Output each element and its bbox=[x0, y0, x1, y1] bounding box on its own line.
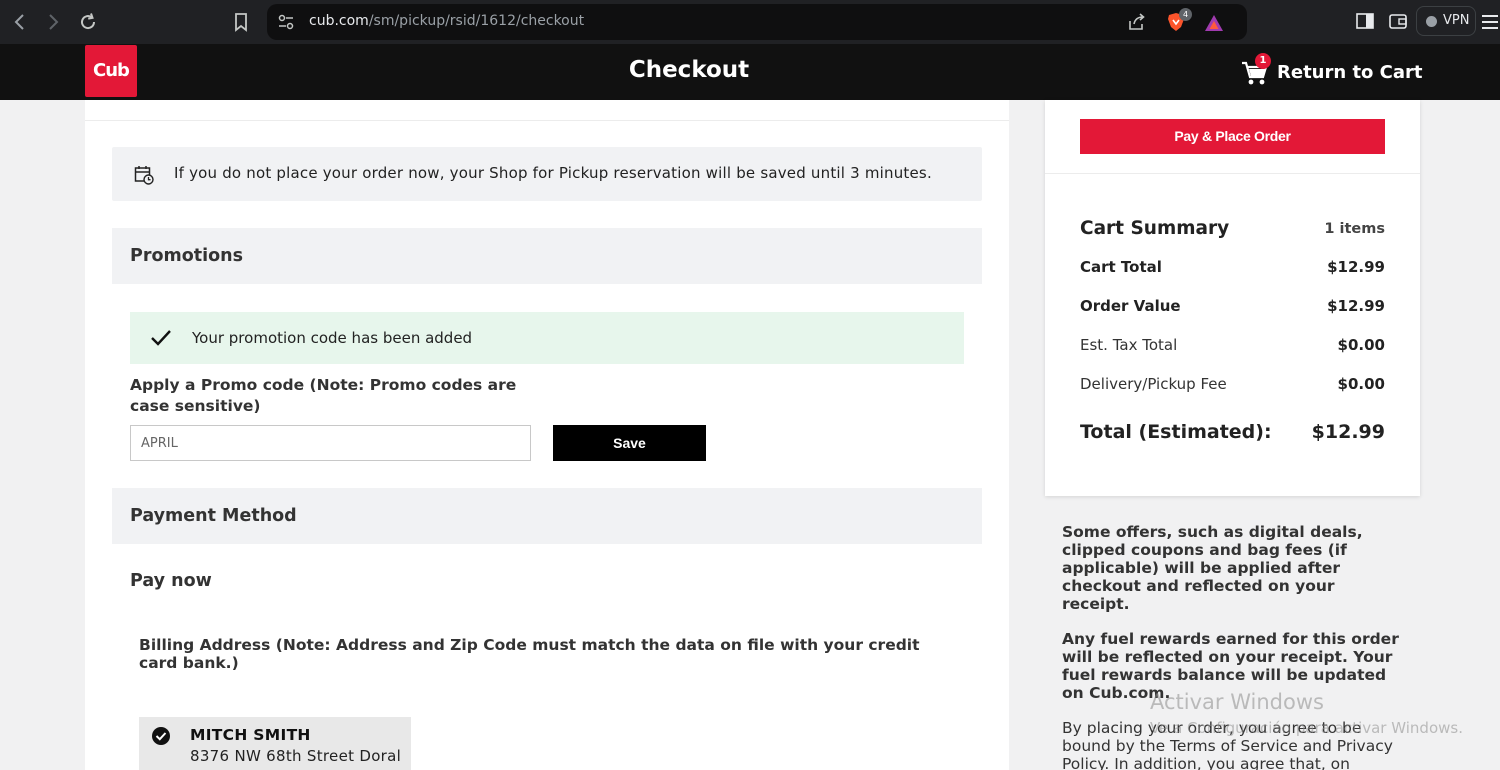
selected-check-icon bbox=[152, 727, 170, 745]
reload-icon[interactable] bbox=[76, 10, 100, 34]
bookmark-icon[interactable] bbox=[229, 10, 253, 34]
order-summary-card: Pay & Place Order Cart Summary 1 items C… bbox=[1045, 100, 1420, 496]
summary-row-value: $12.99 bbox=[1327, 297, 1385, 315]
brave-rewards-icon[interactable] bbox=[1203, 13, 1225, 33]
promo-code-label: Apply a Promo code (Note: Promo codes ar… bbox=[130, 376, 517, 415]
vpn-status-icon bbox=[1426, 16, 1437, 27]
address-street: 8376 NW 68th Street Doral bbox=[190, 747, 402, 765]
summary-total-row: Total (Estimated): $12.99 bbox=[1080, 421, 1385, 443]
brave-shields-count: 4 bbox=[1179, 8, 1192, 21]
summary-row-label: Est. Tax Total bbox=[1080, 336, 1178, 354]
page-title: Checkout bbox=[628, 57, 750, 83]
payment-method-header: Payment Method bbox=[112, 488, 982, 544]
summary-row: Delivery/Pickup Fee $0.00 bbox=[1080, 375, 1385, 393]
back-icon[interactable] bbox=[8, 10, 32, 34]
promotions-heading: Promotions bbox=[130, 246, 243, 266]
summary-row-value: $0.00 bbox=[1337, 375, 1385, 393]
summary-row: Cart Total $12.99 bbox=[1080, 258, 1385, 276]
payment-method-heading: Payment Method bbox=[130, 506, 297, 526]
url-text[interactable]: cub.com/sm/pickup/rsid/1612/checkout bbox=[309, 13, 584, 29]
site-header: Cub Checkout 1 Return to Cart bbox=[0, 44, 1500, 100]
summary-row-label: Cart Total bbox=[1080, 258, 1162, 276]
address-bar[interactable]: cub.com/sm/pickup/rsid/1612/checkout 4 bbox=[267, 4, 1247, 40]
promo-success-text: Your promotion code has been added bbox=[192, 329, 473, 347]
summary-row-label: Delivery/Pickup Fee bbox=[1080, 375, 1227, 393]
site-settings-icon[interactable] bbox=[277, 13, 295, 31]
promo-code-input[interactable] bbox=[130, 425, 531, 461]
sidebar-icon[interactable] bbox=[1354, 10, 1376, 32]
pay-place-order-button[interactable]: Pay & Place Order bbox=[1080, 119, 1385, 154]
browser-toolbar: cub.com/sm/pickup/rsid/1612/checkout 4 V… bbox=[0, 0, 1500, 44]
total-label: Total (Estimated): bbox=[1080, 421, 1272, 443]
share-icon[interactable] bbox=[1127, 12, 1147, 32]
windows-watermark-subtitle: Ve a Configuración para activar Windows. bbox=[1150, 719, 1463, 737]
summary-row: Order Value $12.99 bbox=[1080, 297, 1385, 315]
billing-address-card[interactable]: MITCH SMITH 8376 NW 68th Street Doral bbox=[139, 717, 411, 770]
promotions-header: Promotions bbox=[112, 228, 982, 284]
vpn-button[interactable]: VPN bbox=[1416, 6, 1476, 36]
divider bbox=[1045, 173, 1420, 174]
forward-icon[interactable] bbox=[41, 10, 65, 34]
promo-success-banner: Your promotion code has been added bbox=[130, 312, 964, 364]
cart-count-badge: 1 bbox=[1255, 53, 1271, 69]
menu-icon[interactable] bbox=[1482, 11, 1500, 31]
pay-now-heading: Pay now bbox=[130, 571, 212, 591]
return-to-cart-link[interactable]: 1 Return to Cart bbox=[1240, 53, 1423, 88]
summary-row: Est. Tax Total $0.00 bbox=[1080, 336, 1385, 354]
checkout-main: If you do not place your order now, your… bbox=[85, 100, 1009, 770]
cart-icon: 1 bbox=[1240, 53, 1271, 87]
summary-row-value: $0.00 bbox=[1337, 336, 1385, 354]
items-count: 1 items bbox=[1324, 221, 1385, 237]
reservation-notice: If you do not place your order now, your… bbox=[112, 147, 982, 201]
wallet-icon[interactable] bbox=[1387, 10, 1409, 32]
address-name: MITCH SMITH bbox=[190, 726, 311, 744]
notice-text: If you do not place your order now, your… bbox=[174, 164, 932, 182]
offers-note: Some offers, such as digital deals, clip… bbox=[1062, 523, 1363, 613]
windows-watermark-title: Activar Windows bbox=[1150, 690, 1324, 714]
summary-row-label: Order Value bbox=[1080, 297, 1181, 315]
return-to-cart-label: Return to Cart bbox=[1277, 61, 1423, 83]
summary-row-value: $12.99 bbox=[1327, 258, 1385, 276]
divider bbox=[85, 120, 1009, 121]
cart-summary-heading: Cart Summary bbox=[1080, 218, 1230, 239]
save-promo-button[interactable]: Save bbox=[553, 425, 706, 461]
checkmark-icon bbox=[151, 330, 171, 346]
cart-summary-header: Cart Summary 1 items bbox=[1080, 218, 1385, 239]
billing-address-note: Billing Address (Note: Address and Zip C… bbox=[139, 636, 920, 672]
calendar-clock-icon bbox=[134, 166, 154, 185]
total-value: $12.99 bbox=[1311, 421, 1385, 443]
